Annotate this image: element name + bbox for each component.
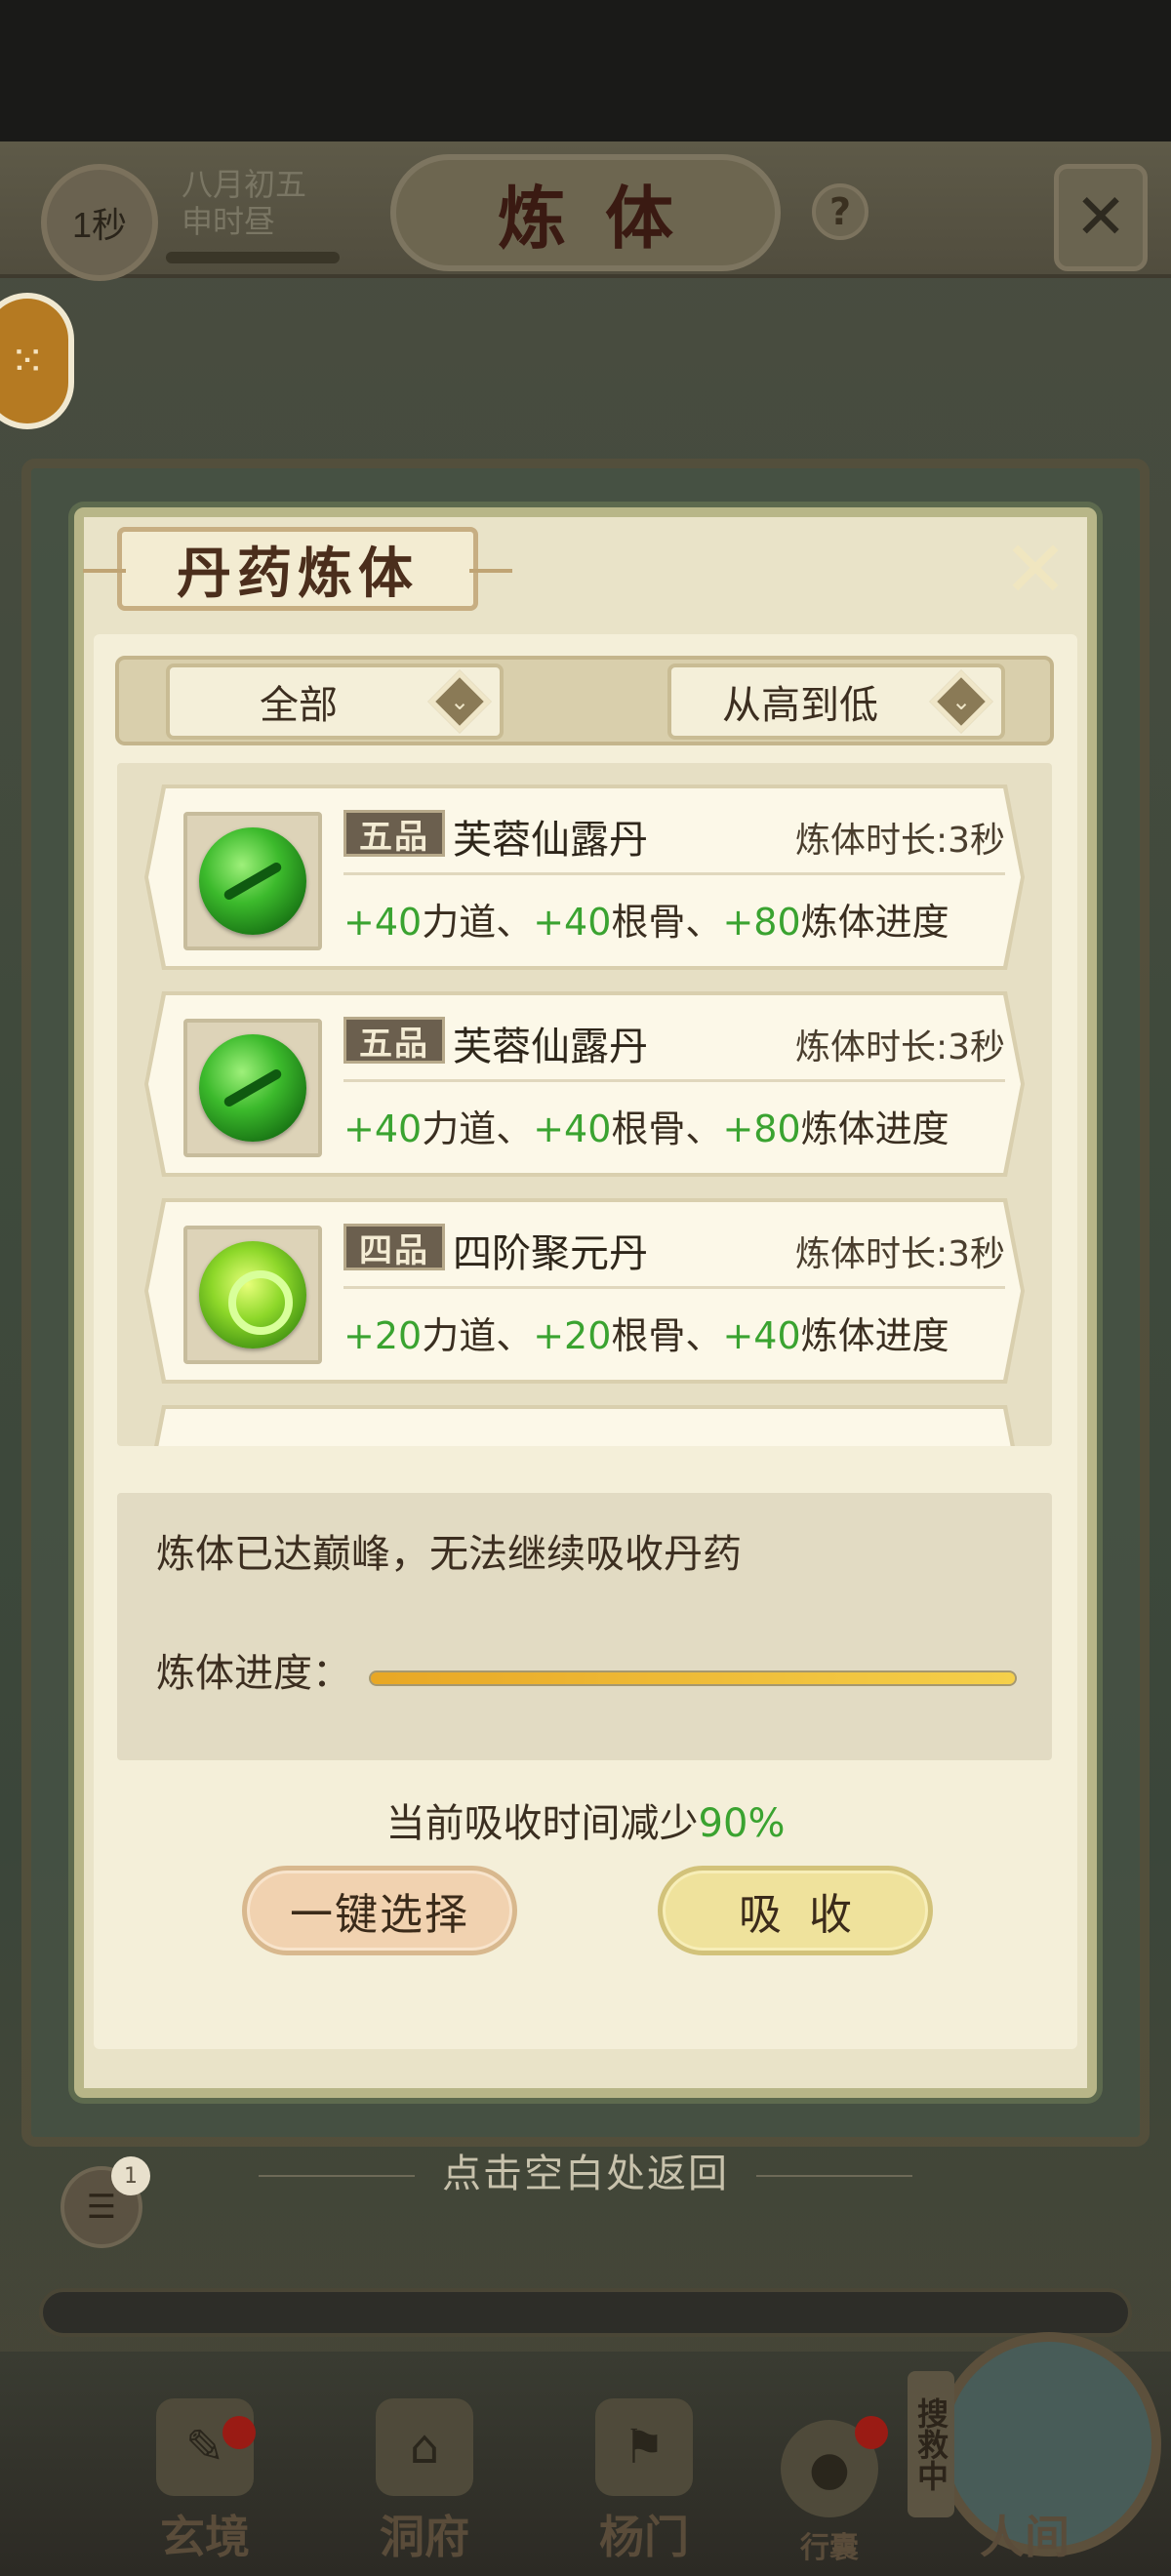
pill-slot <box>183 1019 322 1157</box>
timer-text: 1秒 <box>71 205 128 245</box>
page-title-plate: 炼体 <box>390 154 781 271</box>
divider <box>343 1286 1005 1289</box>
gamepad-float-icon[interactable]: ⁙ <box>0 293 74 429</box>
pill-effects: +20力道、+20根骨、+40炼体进度 <box>343 1306 949 1359</box>
game-date: 八月初五 申时昼 <box>182 166 306 240</box>
tap-to-return-hint[interactable]: 点击空白处返回 <box>0 2142 1171 2198</box>
effect-attr: 根骨、 <box>611 1107 723 1150</box>
effect-attr: 力道、 <box>422 1314 534 1357</box>
status-bar-area <box>0 0 1171 141</box>
timer-badge: 1秒 <box>41 164 158 281</box>
effect-attr: 根骨、 <box>611 901 723 944</box>
card-surface <box>148 1409 1021 1446</box>
green-orb-pill-icon <box>199 1034 306 1142</box>
green-orb-pill-icon <box>199 827 306 935</box>
effect-value: +40 <box>533 901 612 944</box>
pill-name: 芙蓉仙露丹 <box>453 818 648 863</box>
date-line: 八月初五 <box>182 166 307 203</box>
effect-value: +40 <box>343 1107 423 1150</box>
help-icon[interactable]: ? <box>812 183 868 240</box>
absorb-button[interactable]: 吸收 <box>658 1866 933 1955</box>
banner-icon: ⚑ <box>595 2398 693 2496</box>
nav-label: 杨门 <box>599 2511 689 2563</box>
effect-value: +80 <box>722 1107 801 1150</box>
time-line: 申时昼 <box>182 203 276 240</box>
refine-duration: 炼体时长:3秒 <box>794 1027 1005 1067</box>
type-filter-dropdown[interactable]: 全部 ⌄ <box>166 664 504 740</box>
effect-attr: 炼体进度 <box>800 1314 949 1357</box>
chat-badge: 1 <box>111 2156 150 2195</box>
pill-list[interactable]: 五品 芙蓉仙露丹 炼体时长:3秒 +40力道、+40根骨、+80炼体进度 五品 … <box>117 763 1052 1446</box>
effect-value: +40 <box>722 1314 801 1357</box>
one-click-select-button[interactable]: 一键选择 <box>242 1866 517 1955</box>
reduction-label: 当前吸收时间减少 <box>385 1801 699 1846</box>
pill-effects: +40力道、+40根骨、+80炼体进度 <box>343 892 949 946</box>
page-title: 炼体 <box>498 177 712 259</box>
progress-label: 炼体进度： <box>156 1651 351 1696</box>
swirl-pill-icon <box>199 1241 306 1348</box>
day-progress-bar <box>166 252 340 263</box>
status-message: 炼体已达巅峰，无法继续吸收丹药 <box>156 1532 742 1577</box>
pill-name: 芙蓉仙露丹 <box>453 1025 648 1069</box>
pill-slot <box>183 1226 322 1364</box>
sort-dropdown[interactable]: 从高到低 ⌄ <box>667 664 1005 740</box>
nav-label: 行囊 <box>800 2531 859 2565</box>
effect-attr: 炼体进度 <box>800 901 949 944</box>
chat-badge-count: 1 <box>124 2163 138 2189</box>
chevron-down-icon: ⌄ <box>929 669 993 734</box>
grade-badge: 五品 <box>343 1017 445 1064</box>
notification-dot <box>855 2416 888 2449</box>
type-filter-value: 全部 <box>260 683 338 728</box>
grade-badge: 四品 <box>343 1224 445 1270</box>
nav-renjian[interactable]: 人间 <box>937 2391 1112 2566</box>
grade-badge: 五品 <box>343 810 445 857</box>
nav-yangmen[interactable]: ⚑ 杨门 <box>556 2391 732 2566</box>
pill-slot <box>183 812 322 950</box>
effect-value: +40 <box>343 901 423 944</box>
chevron-down-icon: ⌄ <box>427 669 492 734</box>
nav-dongfu[interactable]: ⌂ 洞府 <box>337 2391 512 2566</box>
effect-attr: 力道、 <box>422 1107 534 1150</box>
effect-value: +80 <box>722 901 801 944</box>
nav-label: 人间 <box>980 2511 1070 2563</box>
refine-duration: 炼体时长:3秒 <box>794 821 1005 861</box>
nav-xuanjing[interactable]: ✎ 玄境 <box>117 2391 293 2566</box>
pill-effects: +40力道、+40根骨、+80炼体进度 <box>343 1099 949 1152</box>
crossed-swords-exit-icon[interactable]: ✕ <box>1054 164 1148 271</box>
pill-card[interactable]: 五品 芙蓉仙露丹 炼体时长:3秒 +40力道、+40根骨、+80炼体进度 <box>144 785 1025 970</box>
reduction-value: 90% <box>698 1801 786 1846</box>
refine-duration: 炼体时长:3秒 <box>794 1234 1005 1274</box>
divider <box>343 1079 1005 1082</box>
effect-attr: 根骨、 <box>611 1314 723 1357</box>
close-icon[interactable]: ✕ <box>995 531 1075 609</box>
effect-attr: 炼体进度 <box>800 1107 949 1150</box>
tap-return-text: 点击空白处返回 <box>442 2152 729 2196</box>
help-glyph: ? <box>828 190 852 233</box>
pill-card[interactable] <box>144 1405 1025 1446</box>
effect-value: +40 <box>533 1107 612 1150</box>
bottom-message-bar <box>39 2288 1132 2337</box>
pill-name: 四阶聚元丹 <box>453 1231 648 1276</box>
effect-attr: 力道、 <box>422 901 534 944</box>
sort-value: 从高到低 <box>722 683 878 728</box>
effect-value: +20 <box>533 1314 612 1357</box>
divider <box>343 872 1005 875</box>
nav-label: 玄境 <box>160 2511 250 2563</box>
nav-label: 洞府 <box>380 2511 469 2563</box>
pavilion-icon: ⌂ <box>376 2398 473 2496</box>
effect-value: +20 <box>343 1314 423 1357</box>
pill-card[interactable]: 四品 四阶聚元丹 炼体时长:3秒 +20力道、+20根骨、+40炼体进度 <box>144 1198 1025 1384</box>
dialog-title: 丹药炼体 <box>83 527 512 611</box>
absorb-time-reduction: 当前吸收时间减少90% <box>0 1791 1171 1848</box>
notification-dot <box>222 2416 256 2449</box>
pill-card[interactable]: 五品 芙蓉仙露丹 炼体时长:3秒 +40力道、+40根骨、+80炼体进度 <box>144 991 1025 1177</box>
nav-xingnang[interactable]: ● 行囊 <box>742 2391 917 2566</box>
progress-fill <box>371 1672 1015 1684</box>
